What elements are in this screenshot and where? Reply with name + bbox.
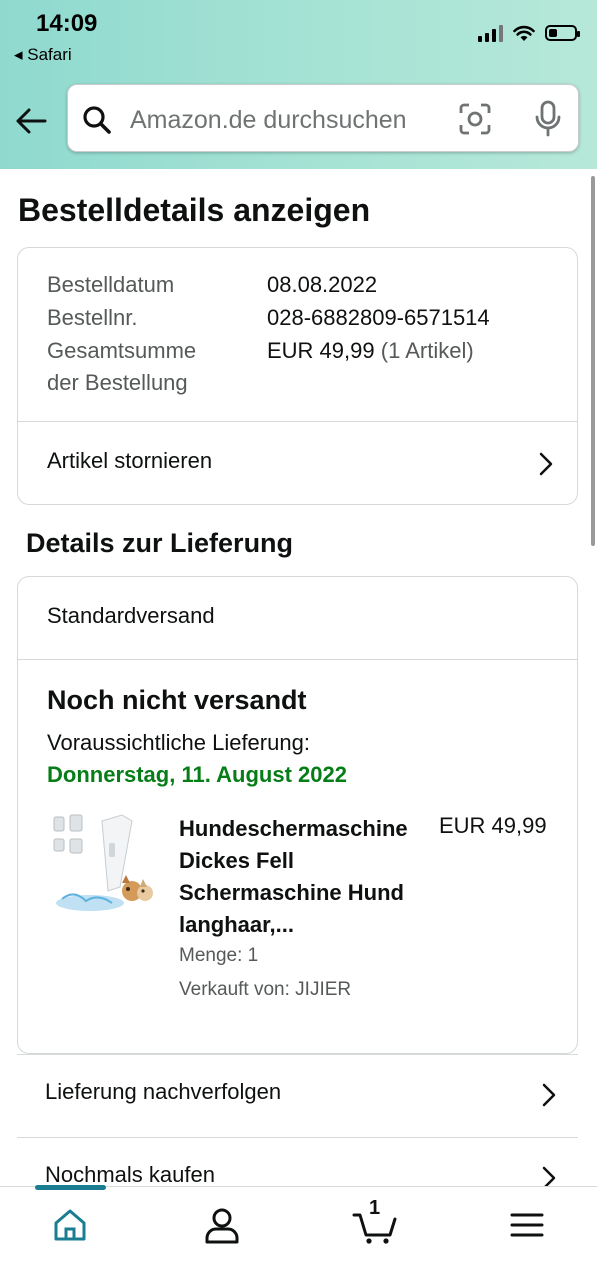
product-title-link[interactable]: Hundeschermaschine Dickes Fell Schermasc…	[179, 813, 429, 941]
product-seller: Verkauft von: JIJIER	[179, 979, 352, 1000]
cellular-signal-icon	[478, 24, 503, 42]
track-delivery-label: Lieferung nachverfolgen	[45, 1079, 282, 1104]
cancel-items-row[interactable]: Artikel stornieren	[18, 422, 577, 506]
battery-fill	[549, 29, 557, 37]
chevron-right-icon	[542, 1083, 556, 1107]
cancel-items-label: Artikel stornieren	[47, 448, 213, 473]
product-name-line: langhaar,...	[179, 912, 294, 937]
product-name-line: Schermaschine Hund	[179, 880, 404, 905]
delivery-section-title: Details zur Lieferung	[26, 528, 294, 558]
chevron-right-icon	[539, 452, 553, 476]
microphone-icon[interactable]	[534, 100, 562, 138]
active-tab-indicator	[35, 1185, 106, 1190]
cart-count-badge: 1	[369, 1197, 381, 1219]
bottom-navigation: 1	[0, 1185, 597, 1281]
search-bar[interactable]	[67, 84, 579, 152]
product-price: EUR 49,99	[439, 813, 547, 838]
page-title: Bestelldetails anzeigen	[18, 192, 371, 228]
shipment-status: Noch nicht versandt	[47, 685, 307, 715]
order-total-amount: EUR 49,99	[267, 338, 375, 363]
order-total-label: Gesamtsumme	[47, 338, 197, 363]
product-name-line: Hundeschermaschine	[179, 816, 408, 841]
order-total-label-line2: der Bestellung	[47, 370, 188, 395]
back-to-safari-link[interactable]: ◂ Safari	[14, 45, 72, 65]
product-name-line: Dickes Fell	[179, 848, 294, 873]
status-time: 14:09	[36, 10, 98, 37]
track-delivery-row[interactable]: Lieferung nachverfolgen	[17, 1054, 578, 1136]
account-icon[interactable]	[202, 1205, 242, 1245]
delivery-eta-date: Donnerstag, 11. August 2022	[47, 762, 347, 787]
search-icon	[83, 106, 111, 134]
order-total-items: (1 Artikel)	[380, 338, 474, 363]
order-date-value: 08.08.2022	[267, 272, 378, 297]
card-divider	[18, 659, 577, 660]
battery-icon	[545, 25, 580, 41]
order-summary-card: Bestelldatum 08.08.2022 Bestellnr. 028-6…	[17, 247, 578, 505]
product-quantity: Menge: 1	[179, 945, 259, 966]
search-input[interactable]	[128, 99, 452, 141]
product-image[interactable]	[50, 813, 158, 921]
status-icons	[478, 24, 580, 42]
home-icon[interactable]	[50, 1205, 90, 1245]
delivery-card: Standardversand Noch nicht versandt Vora…	[17, 576, 578, 1054]
page-scrollbar[interactable]	[591, 176, 595, 546]
header: 14:09 ◂ Safari	[0, 0, 597, 169]
order-number-value: 028-6882809-6571514	[267, 305, 490, 330]
order-total-value: EUR 49,99 (1 Artikel)	[267, 338, 474, 364]
camera-scan-icon[interactable]	[458, 102, 492, 136]
back-arrow-icon[interactable]	[14, 104, 48, 138]
menu-icon[interactable]	[507, 1205, 547, 1245]
order-date-label: Bestelldatum	[47, 272, 175, 297]
shipping-method: Standardversand	[47, 603, 215, 628]
order-number-label: Bestellnr.	[47, 305, 138, 330]
delivery-eta-label: Voraussichtliche Lieferung:	[47, 730, 310, 755]
wifi-icon	[513, 25, 535, 41]
